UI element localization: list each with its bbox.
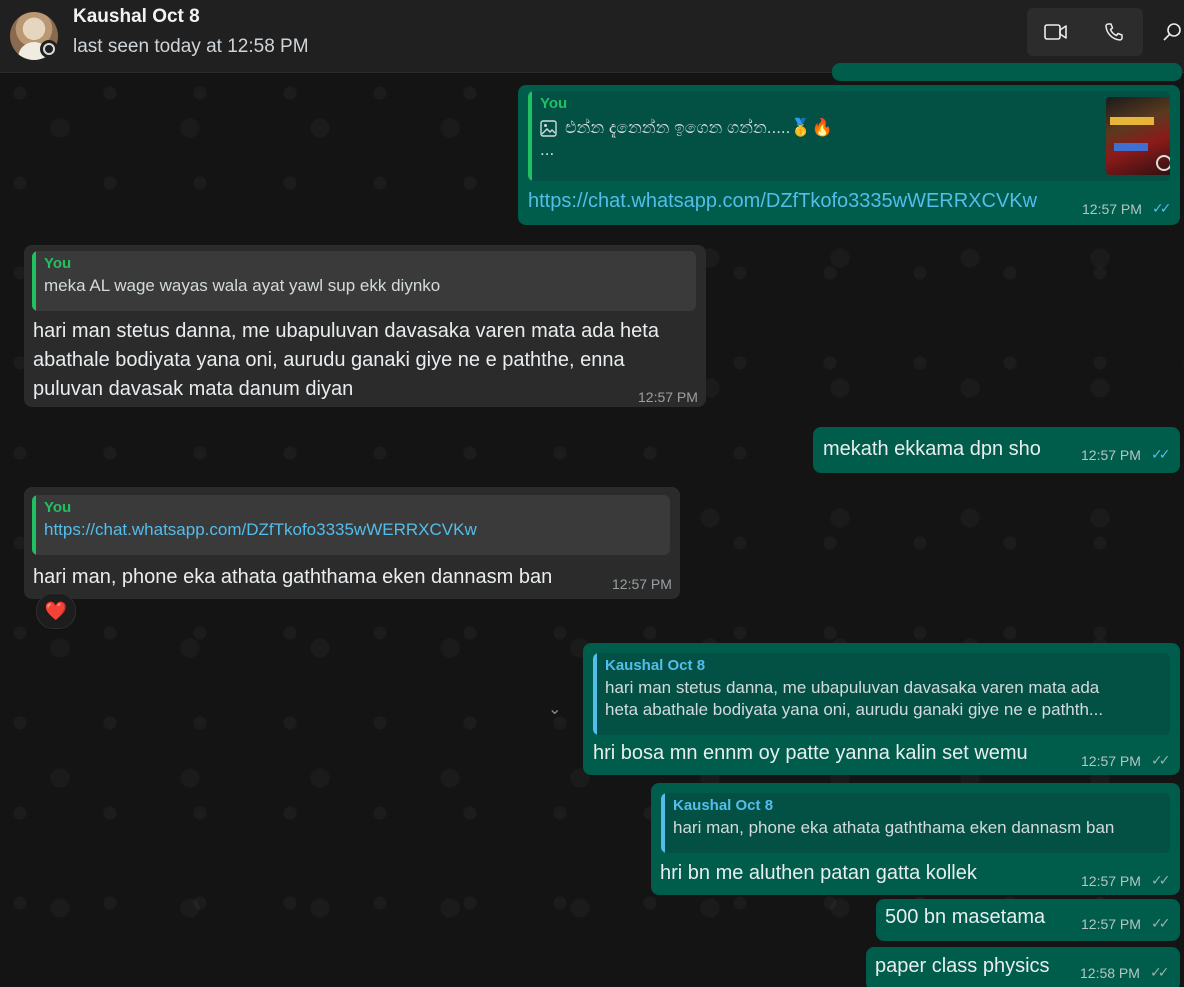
chevron-down-icon[interactable]: ⌄ bbox=[548, 699, 561, 719]
voice-call-button[interactable] bbox=[1085, 8, 1143, 56]
read-receipt-icon: ✓✓ bbox=[1152, 200, 1172, 216]
quote-text: hari man, phone eka athata gaththama eke… bbox=[673, 818, 1115, 837]
message-bubble-incoming[interactable]: You meka AL wage wayas wala ayat yawl su… bbox=[24, 245, 706, 407]
quote-text-line: heta abathale bodiyata yana oni, aurudu … bbox=[605, 700, 1104, 719]
voice-call-icon bbox=[1105, 23, 1123, 41]
call-button-group bbox=[1027, 8, 1143, 56]
quote-image-thumbnail bbox=[1106, 97, 1170, 175]
message-text: hari man, phone eka athata gaththama eke… bbox=[33, 566, 553, 588]
search-icon bbox=[1163, 23, 1181, 41]
message-bubble-incoming[interactable]: You https://chat.whatsapp.com/DZfTkofo33… bbox=[24, 487, 680, 599]
message-bubble-outgoing[interactable]: You එන්න දැනෙන්න ඉගෙන ගන්න.....🥇🔥 ... ht… bbox=[518, 85, 1180, 225]
message-text: mekath ekkama dpn sho bbox=[823, 438, 1041, 460]
search-button[interactable] bbox=[1160, 8, 1184, 56]
message-bubble-outgoing[interactable]: paper class physics 12:58 PM ✓✓ bbox=[866, 947, 1180, 987]
message-text: paper class physics bbox=[875, 955, 1050, 977]
message-text-line: puluvan davasak mata danum diyan bbox=[33, 378, 354, 400]
quote-author: You bbox=[44, 255, 72, 272]
thumbnail-detail bbox=[1114, 143, 1148, 151]
quote-author: Kaushal Oct 8 bbox=[673, 797, 774, 814]
message-list[interactable]: You එන්න දැනෙන්න ඉගෙන ගන්න.....🥇🔥 ... ht… bbox=[0, 63, 1184, 987]
message-time: 12:58 PM bbox=[1080, 965, 1140, 981]
delivered-receipt-icon: ✓✓ bbox=[1151, 872, 1171, 888]
message-time: 12:57 PM bbox=[1081, 916, 1141, 932]
message-text-line: hari man stetus danna, me ubapuluvan dav… bbox=[33, 320, 659, 342]
message-time: 12:57 PM bbox=[1081, 753, 1141, 769]
delivered-receipt-icon: ✓✓ bbox=[1151, 915, 1171, 931]
read-receipt-icon: ✓✓ bbox=[1151, 446, 1171, 462]
view-once-icon bbox=[1156, 155, 1170, 171]
quote-text-line: hari man stetus danna, me ubapuluvan dav… bbox=[605, 678, 1100, 697]
message-bubble-outgoing[interactable]: Kaushal Oct 8 hari man stetus danna, me … bbox=[583, 643, 1180, 775]
message-text: 500 bn masetama bbox=[885, 906, 1046, 928]
message-time: 12:57 PM bbox=[1082, 201, 1142, 217]
status-icon bbox=[40, 40, 58, 58]
quoted-message[interactable]: You එන්න දැනෙන්න ඉගෙන ගන්න.....🥇🔥 ... bbox=[528, 91, 1170, 181]
message-time: 12:57 PM bbox=[1081, 447, 1141, 463]
last-seen-status: last seen today at 12:58 PM bbox=[73, 36, 309, 57]
contact-name[interactable]: Kaushal Oct 8 bbox=[73, 6, 200, 28]
message-link[interactable]: https://chat.whatsapp.com/DZfTkofo3335wW… bbox=[528, 187, 1037, 216]
quote-link: https://chat.whatsapp.com/DZfTkofo3335wW… bbox=[44, 520, 477, 539]
thumbnail-detail bbox=[1110, 117, 1154, 125]
quoted-message[interactable]: Kaushal Oct 8 hari man stetus danna, me … bbox=[593, 653, 1170, 735]
message-bubble-outgoing[interactable]: mekath ekkama dpn sho 12:57 PM ✓✓ bbox=[813, 427, 1180, 473]
message-bubble-outgoing[interactable]: 500 bn masetama 12:57 PM ✓✓ bbox=[876, 899, 1180, 941]
message-bubble-outgoing[interactable]: Kaushal Oct 8 hari man, phone eka athata… bbox=[651, 783, 1180, 895]
quote-ellipsis: ... bbox=[540, 140, 555, 159]
quote-author: You bbox=[44, 499, 72, 516]
quote-author: You bbox=[540, 95, 568, 112]
message-time: 12:57 PM bbox=[638, 389, 698, 405]
quote-text: එන්න දැනෙන්න ඉගෙන ගන්න.....🥇🔥 bbox=[565, 118, 833, 137]
image-icon bbox=[540, 119, 557, 137]
quote-text: meka AL wage wayas wala ayat yawl sup ek… bbox=[44, 276, 441, 295]
heart-reaction-icon: ❤️ bbox=[44, 600, 68, 621]
chat-window: Kaushal Oct 8 last seen today at 12:58 P… bbox=[0, 0, 1184, 987]
quote-author: Kaushal Oct 8 bbox=[605, 657, 706, 674]
delivered-receipt-icon: ✓✓ bbox=[1151, 752, 1171, 768]
video-call-icon bbox=[1044, 24, 1067, 40]
quoted-message[interactable]: You meka AL wage wayas wala ayat yawl su… bbox=[32, 251, 696, 311]
video-call-button[interactable] bbox=[1027, 8, 1085, 56]
quoted-message[interactable]: You https://chat.whatsapp.com/DZfTkofo33… bbox=[32, 495, 670, 555]
reaction-badge[interactable]: ❤️ bbox=[36, 593, 76, 629]
message-bubble-partial[interactable] bbox=[832, 63, 1182, 81]
delivered-receipt-icon: ✓✓ bbox=[1150, 964, 1170, 980]
quoted-message[interactable]: Kaushal Oct 8 hari man, phone eka athata… bbox=[661, 793, 1170, 853]
message-time: 12:57 PM bbox=[1081, 873, 1141, 889]
message-text-line: abathale bodiyata yana oni, aurudu ganak… bbox=[33, 349, 625, 371]
message-text: hri bosa mn ennm oy patte yanna kalin se… bbox=[593, 742, 1028, 764]
message-time: 12:57 PM bbox=[612, 576, 672, 592]
message-text: hri bn me aluthen patan gatta kollek bbox=[660, 862, 977, 884]
quote-text-row: එන්න දැනෙන්න ඉගෙන ගන්න.....🥇🔥 bbox=[540, 117, 1160, 139]
